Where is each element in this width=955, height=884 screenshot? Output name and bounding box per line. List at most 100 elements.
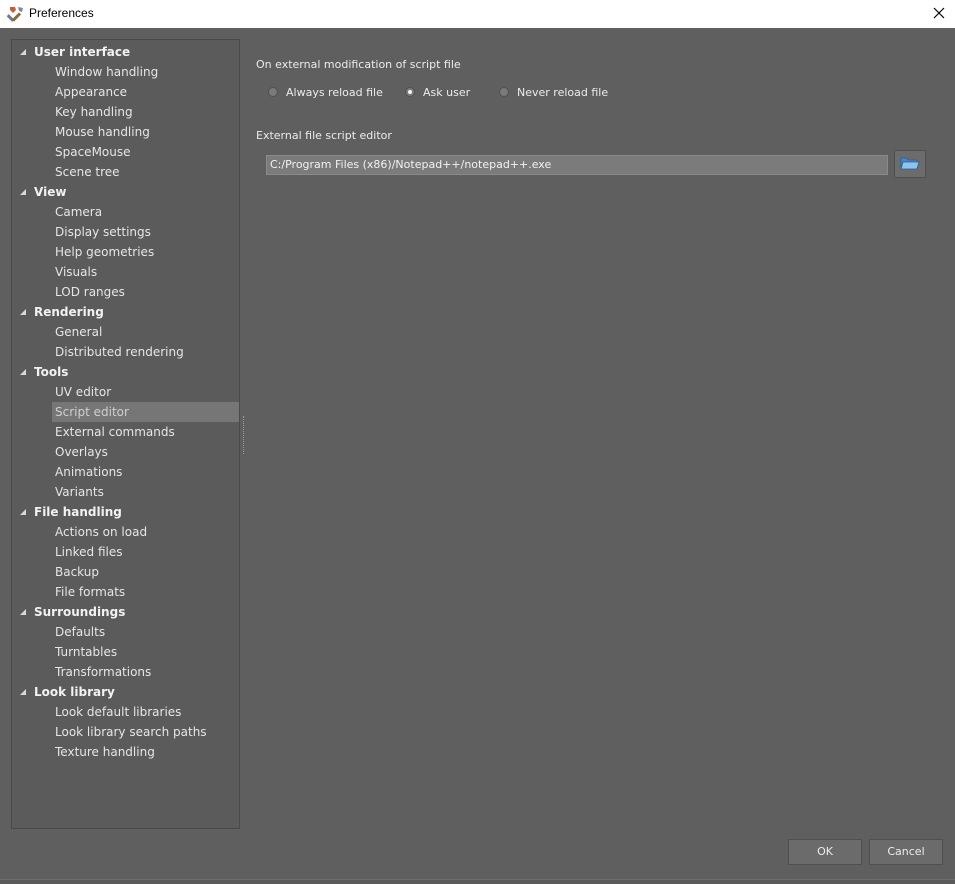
tree-item-label: Look library search paths [55,725,207,739]
tree-category-label: Tools [34,365,69,379]
triangle-expanded-icon[interactable] [18,182,28,202]
radio-never-reload[interactable]: Never reload file [499,84,608,100]
tree-category[interactable]: Rendering [12,302,239,322]
tree-item[interactable]: Actions on load [12,522,239,542]
triangle-expanded-icon[interactable] [18,502,28,522]
tree-item[interactable]: LOD ranges [12,282,239,302]
window-title: Preferences [29,6,94,20]
tree-category[interactable]: Look library [12,682,239,702]
tree-item[interactable]: Display settings [12,222,239,242]
browse-button[interactable] [894,150,926,178]
tree-item-label: Window handling [55,65,159,79]
tree-item-label: Backup [55,565,99,579]
triangle-expanded-icon[interactable] [18,302,28,322]
tree-item-label: UV editor [55,385,112,399]
tree-category[interactable]: User interface [12,42,239,62]
tree-item-label: Scene tree [55,165,120,179]
tree-item-label: Texture handling [55,745,155,759]
tree-item-label: Distributed rendering [55,345,184,359]
tree-item[interactable]: Transformations [12,662,239,682]
radio-label: Ask user [423,85,471,99]
tree-item[interactable]: Help geometries [12,242,239,262]
editor-path-field[interactable]: C:/Program Files (x86)/Notepad++/notepad… [266,155,888,175]
tree-category[interactable]: Tools [12,362,239,382]
tree-item[interactable]: Texture handling [12,742,239,762]
tree-category-label: Rendering [34,305,104,319]
tools-icon [6,5,25,23]
splitter-handle[interactable] [243,416,247,454]
tree-item-label: File formats [55,585,126,599]
triangle-expanded-icon[interactable] [18,602,28,622]
tree-item[interactable]: Overlays [12,442,239,462]
tree-item-label: Variants [55,485,104,499]
tree-item[interactable]: Turntables [12,642,239,662]
tree-item[interactable]: Window handling [12,62,239,82]
tree-item[interactable]: Camera [12,202,239,222]
tree-item-label: Overlays [55,445,108,459]
triangle-expanded-icon[interactable] [18,42,28,62]
radio-button[interactable] [405,87,415,97]
tree-category-label: Surroundings [34,605,126,619]
tree-item[interactable]: Key handling [12,102,239,122]
tree-item-label: Linked files [55,545,123,559]
radio-label: Never reload file [517,85,609,99]
tree-item-label: Script editor [55,405,129,419]
triangle-expanded-icon[interactable] [18,682,28,702]
tree-item[interactable]: Mouse handling [12,122,239,142]
tree-category[interactable]: Surroundings [12,602,239,622]
tree-item[interactable]: Linked files [12,542,239,562]
close-button[interactable] [923,0,955,28]
tree-item[interactable]: Look default libraries [12,702,239,722]
radio-label: Always reload file [286,85,383,99]
tree-item[interactable]: SpaceMouse [12,142,239,162]
tree-item[interactable]: Script editor [52,402,239,422]
tree-item[interactable]: Scene tree [12,162,239,182]
tree-item-label: LOD ranges [55,285,125,299]
tree-item[interactable]: File formats [12,582,239,602]
tree-item[interactable]: Distributed rendering [12,342,239,362]
tree-category-label: File handling [34,505,122,519]
tree-category-label: Look library [34,685,115,699]
tree-item-label: SpaceMouse [55,145,131,159]
tree-item-label: Display settings [55,225,151,239]
tree-item-label: General [55,325,103,339]
tree-item[interactable]: External commands [12,422,239,442]
editor-label: External file script editor [256,129,392,142]
reload-radio-group: Always reload file Ask user Never reload… [268,84,868,100]
bottom-edge [0,879,955,884]
tree-item-label: Mouse handling [55,125,150,139]
tree-item-label: External commands [55,425,175,439]
radio-always-reload[interactable]: Always reload file [268,84,383,100]
modification-label: On external modification of script file [256,58,461,71]
tree-item[interactable]: General [12,322,239,342]
radio-ask-user[interactable]: Ask user [405,84,470,100]
tree-category-label: View [34,185,67,199]
tree-category[interactable]: File handling [12,502,239,522]
radio-button[interactable] [499,87,509,97]
cancel-button[interactable]: Cancel [869,839,943,865]
tree-item-label: Visuals [55,265,98,279]
tree-category-label: User interface [34,45,131,59]
ok-button[interactable]: OK [788,839,862,865]
tree-item[interactable]: Backup [12,562,239,582]
tree-item-label: Appearance [55,85,128,99]
tree-item-label: Turntables [55,645,118,659]
tree-item[interactable]: Animations [12,462,239,482]
close-icon [933,7,945,22]
triangle-expanded-icon[interactable] [18,362,28,382]
tree-item-label: Look default libraries [55,705,182,719]
radio-button[interactable] [268,87,278,97]
tree-item-label: Camera [55,205,103,219]
tree-item-label: Transformations [55,665,152,679]
tree-item[interactable]: Visuals [12,262,239,282]
preferences-tree: User interface Window handling Appearance K… [11,39,240,829]
tree-item[interactable]: UV editor [12,382,239,402]
tree-category[interactable]: View [12,182,239,202]
tree-item[interactable]: Variants [12,482,239,502]
tree-list: User interface Window handling Appearance K… [12,42,239,762]
tree-item[interactable]: Appearance [12,82,239,102]
tree-item-label: Help geometries [55,245,155,259]
tree-item[interactable]: Look library search paths [12,722,239,742]
tree-item[interactable]: Defaults [12,622,239,642]
tree-item-label: Key handling [55,105,133,119]
